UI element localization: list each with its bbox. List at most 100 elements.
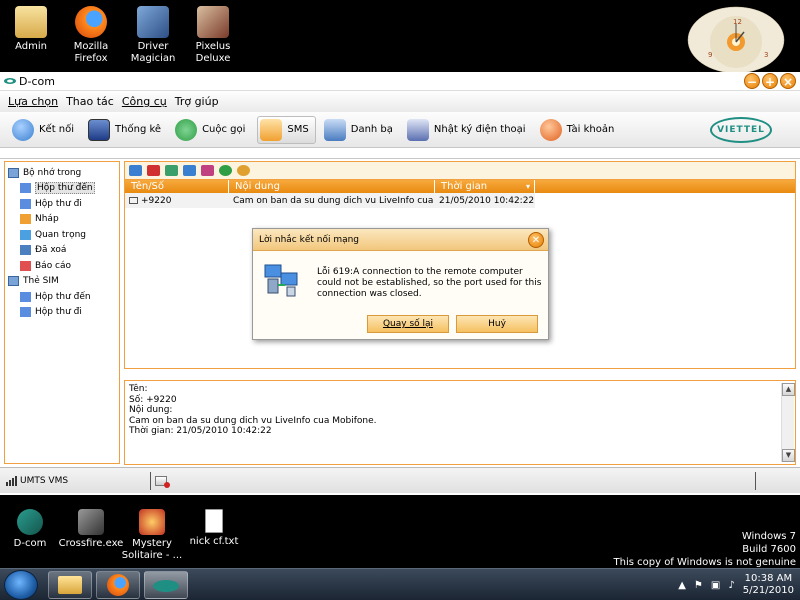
- show-hidden-icons-icon[interactable]: ▲: [678, 580, 686, 591]
- desktop-icon-label: Mozilla Firefox: [73, 41, 109, 64]
- delete-message-icon[interactable]: [147, 165, 160, 176]
- move-icon[interactable]: [201, 165, 214, 176]
- detail-content: Cam on ban da su dung dich vu LiveInfo c…: [129, 415, 377, 426]
- toolbar-calls-button[interactable]: Cuộc gọi: [173, 116, 251, 144]
- taskbar-firefox-button[interactable]: [96, 571, 140, 599]
- dialog-title-bar[interactable]: Lời nhắc kết nối mạng ✕: [253, 229, 548, 251]
- desktop-icon-label: Mystery Solitaire - ...: [121, 538, 183, 561]
- taskbar-explorer-button[interactable]: [48, 571, 92, 599]
- maximize-button[interactable]: +: [762, 73, 778, 89]
- network-icon[interactable]: ▣: [711, 580, 720, 591]
- desktop-icon-pixelus[interactable]: Pixelus Deluxe: [178, 2, 248, 65]
- status-divider: [755, 471, 756, 490]
- dcom-logo-icon: [4, 78, 16, 84]
- dialog-body: Lỗi 619:A connection to the remote compu…: [253, 251, 548, 339]
- clock-number-3: 3: [764, 51, 768, 59]
- tree-item-sim-card[interactable]: Thẻ SIM: [5, 274, 119, 290]
- clock-flower-icon: 12 9 3: [687, 6, 785, 74]
- toolbar-label: Danh bạ: [350, 124, 393, 135]
- call-icon[interactable]: [219, 165, 232, 176]
- table-row[interactable]: +9220 Cam on ban da su dung dich vu Live…: [125, 193, 535, 208]
- sms-status-icon: [155, 475, 170, 488]
- user-folder-icon: [15, 6, 47, 38]
- desktop-icon-label: Pixelus Deluxe: [195, 41, 231, 64]
- message-toolbar: [124, 161, 796, 179]
- toolbar-call-log-button[interactable]: Nhật ký điện thoại: [405, 116, 532, 144]
- clock-date: 5/21/2010: [742, 585, 794, 596]
- close-button[interactable]: ×: [780, 73, 796, 89]
- column-content[interactable]: Nội dung: [229, 180, 435, 193]
- tree-item-deleted[interactable]: Đã xoá: [5, 243, 119, 259]
- connection-error-dialog: Lời nhắc kết nối mạng ✕ Lỗi 619:A connec…: [252, 228, 549, 340]
- scroll-down-icon[interactable]: ▼: [782, 449, 795, 462]
- taskbar-clock[interactable]: 10:38 AM 5/21/2010: [743, 573, 794, 597]
- inbox-icon: [20, 291, 31, 302]
- folder-icon: [58, 576, 82, 594]
- row-time: 21/05/2010 10:42:22: [439, 195, 535, 206]
- network-computers-icon: [264, 264, 298, 297]
- cancel-button[interactable]: Huỷ: [456, 315, 538, 333]
- scroll-up-icon[interactable]: ▲: [782, 383, 795, 396]
- driver-magician-icon: [137, 6, 169, 38]
- tree-item-outbox[interactable]: Hộp thư đi: [5, 196, 119, 212]
- dialog-close-button[interactable]: ✕: [528, 232, 544, 248]
- toolbar-account-button[interactable]: Tài khoản: [538, 116, 621, 144]
- toolbar-label: Kết nối: [39, 124, 75, 135]
- tree-item-sim-inbox[interactable]: Hộp thư đến: [5, 289, 119, 305]
- message-detail[interactable]: Tên: Số: +9220 Nội dung: Cam on ban da s…: [124, 380, 796, 465]
- desktop-icon-solitaire[interactable]: Mystery Solitaire - ...: [117, 505, 187, 562]
- search-icon[interactable]: [237, 165, 250, 176]
- toolbar-statistics-button[interactable]: Thống kê: [86, 116, 167, 144]
- flag-icon[interactable]: ⚑: [694, 580, 703, 591]
- viettel-logo: VIETTEL: [710, 117, 772, 143]
- account-icon: [539, 118, 562, 141]
- desktop-icon-firefox[interactable]: Mozilla Firefox: [56, 2, 126, 65]
- column-time[interactable]: Thời gian ▾: [435, 180, 535, 193]
- redial-button[interactable]: Quay số lại: [367, 315, 449, 333]
- menu-tools[interactable]: Công cụ: [122, 95, 167, 108]
- tree-item-inbox[interactable]: Hộp thư đến: [5, 181, 119, 197]
- minimize-button[interactable]: −: [744, 73, 760, 89]
- sort-arrow-icon: ▾: [525, 182, 530, 191]
- network-status: UMTS VMS: [20, 475, 69, 486]
- column-name[interactable]: Tên/Số: [125, 180, 229, 193]
- statistics-icon: [88, 118, 111, 141]
- clock-gadget[interactable]: 12 9 3: [686, 2, 786, 74]
- toolbar-label: Thống kê: [115, 124, 162, 135]
- tree-item-internal-memory[interactable]: Bộ nhớ trong: [5, 165, 119, 181]
- phone-icon: [175, 118, 198, 141]
- menu-help[interactable]: Trợ giúp: [175, 95, 219, 108]
- pixelus-icon: [197, 6, 229, 38]
- dcom-icon: [153, 580, 179, 592]
- tree-item-sim-outbox[interactable]: Hộp thư đi: [5, 305, 119, 321]
- tree-item-important[interactable]: Quan trọng: [5, 227, 119, 243]
- menu-actions[interactable]: Thao tác: [66, 95, 114, 108]
- clock-number-9: 9: [708, 51, 712, 59]
- reply-icon[interactable]: [183, 165, 196, 176]
- forward-icon[interactable]: [165, 165, 178, 176]
- taskbar-dcom-button[interactable]: [144, 571, 188, 599]
- toolbar-sms-button[interactable]: SMS: [257, 115, 316, 144]
- detail-number: Số: +9220: [129, 394, 177, 405]
- desktop-icon-crossfire[interactable]: Crossfire.exe: [56, 505, 126, 550]
- toolbar-contacts-button[interactable]: Danh bạ: [322, 116, 399, 144]
- desktop-icon-nick-cf[interactable]: nick cf.txt: [179, 505, 249, 548]
- row-name: +9220: [141, 195, 172, 206]
- windows-watermark: Windows 7 Build 7600 This copy of Window…: [614, 530, 796, 569]
- menu-options[interactable]: Lựa chọn: [8, 95, 58, 108]
- outbox-icon: [20, 198, 31, 209]
- clock-number-12: 12: [733, 18, 742, 26]
- tree-item-drafts[interactable]: Nháp: [5, 212, 119, 228]
- message-read-icon: [129, 197, 138, 204]
- taskbar: ▲ ⚑ ▣ ♪ 10:38 AM 5/21/2010: [0, 568, 800, 600]
- row-content: Cam on ban da su dung dich vu LiveInfo c…: [233, 195, 435, 206]
- new-message-icon[interactable]: [129, 165, 142, 176]
- outbox-icon: [20, 307, 31, 318]
- connect-icon: [12, 118, 34, 141]
- toolbar-connect-button[interactable]: Kết nối: [10, 116, 80, 144]
- detail-scrollbar[interactable]: ▲ ▼: [781, 383, 795, 462]
- tree-item-reports[interactable]: Báo cáo: [5, 258, 119, 274]
- volume-icon[interactable]: ♪: [728, 580, 734, 591]
- title-bar[interactable]: D-com − + ×: [0, 72, 800, 90]
- start-button[interactable]: [4, 570, 38, 600]
